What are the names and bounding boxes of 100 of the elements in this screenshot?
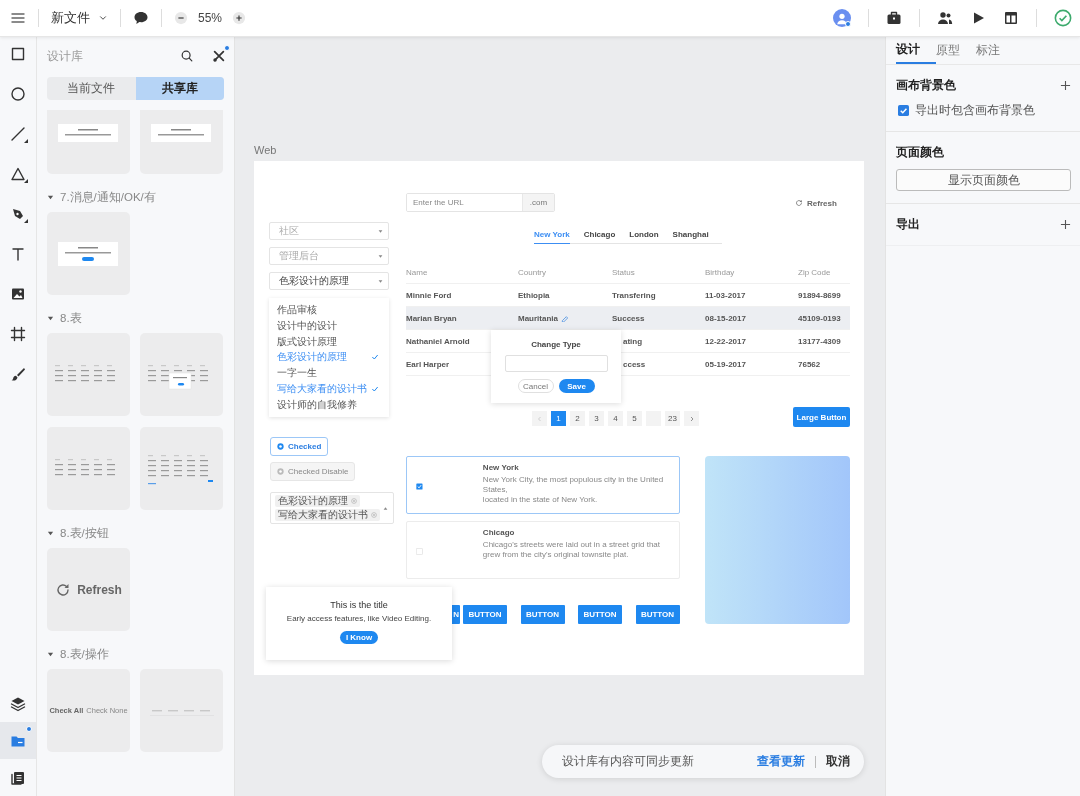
library-tab[interactable]: 共享库 xyxy=(135,77,224,100)
close-icon xyxy=(351,498,357,504)
pen-icon xyxy=(10,206,26,222)
popover-title: Change Type xyxy=(531,340,581,349)
component-thumbnail[interactable] xyxy=(47,212,130,295)
text-input[interactable] xyxy=(504,355,608,372)
menu-item-label: 作品审核 xyxy=(277,302,317,317)
component-thumbnail[interactable] xyxy=(47,333,130,416)
menu-item[interactable]: 作品审核 xyxy=(269,302,389,318)
button[interactable]: BUTTON xyxy=(463,605,507,624)
page-button[interactable]: 4 xyxy=(608,411,623,426)
notification-dot xyxy=(26,726,32,732)
plus-icon[interactable] xyxy=(1060,80,1071,91)
multi-select-field[interactable]: 色彩设计的原理 写给大家看的设计书 xyxy=(270,492,394,524)
menu-item[interactable]: 版式设计原理 xyxy=(269,333,389,350)
table-cell: Minnie Ford xyxy=(406,290,452,300)
caret-down-icon[interactable] xyxy=(47,314,54,322)
file-name-dropdown[interactable]: 新文件 xyxy=(51,9,108,27)
radio-button[interactable]: Checked xyxy=(270,437,329,456)
menu-icon[interactable] xyxy=(10,10,26,26)
component-thumbnail[interactable]: Refresh xyxy=(47,548,130,631)
checkbox[interactable]: 导出时包含画布背景色 xyxy=(896,102,1071,119)
triangle-icon xyxy=(10,166,26,182)
component-thumbnail[interactable] xyxy=(140,110,223,174)
button[interactable]: BUTTON xyxy=(520,605,565,624)
book-icon xyxy=(10,769,26,786)
caret-down-icon[interactable] xyxy=(47,529,54,537)
button[interactable]: BUTTON xyxy=(635,605,680,624)
select-value: 色彩设计的原理 xyxy=(279,274,349,288)
card-text: Chicago's streets were laid out in a street grid that grew from the city's original townsite plat. xyxy=(482,540,662,560)
menu-item[interactable]: 设计中的设计 xyxy=(269,318,389,334)
panel-tab[interactable]: 设计 xyxy=(896,37,936,64)
notification-button[interactable]: I Know xyxy=(340,631,378,644)
toast-link[interactable]: 查看更新 xyxy=(757,753,805,770)
toast-link[interactable]: 取消 xyxy=(826,753,850,770)
toast-message: 设计库有内容可同步更新 xyxy=(562,753,694,770)
library-tab[interactable]: 当前文件 xyxy=(47,77,136,100)
column-header: Name xyxy=(406,268,429,277)
chevron-right-icon xyxy=(688,415,695,422)
menu-item[interactable]: 写给大家看的设计书 xyxy=(269,381,389,397)
component-thumbnail[interactable] xyxy=(140,333,223,416)
menu-item-label: 设计中的设计 xyxy=(277,318,337,333)
page-button[interactable]: 2 xyxy=(570,411,585,426)
page-button[interactable]: 3 xyxy=(589,411,604,426)
tag[interactable]: 色彩设计的原理 xyxy=(275,495,360,507)
menu-item[interactable]: 设计师的自我修养 xyxy=(269,397,389,413)
menu-item-label: 版式设计原理 xyxy=(277,334,337,349)
save-button[interactable]: Save xyxy=(558,379,595,393)
zoom-level: 55% xyxy=(198,11,223,25)
page-button[interactable]: 23 xyxy=(665,411,680,426)
caret-down-icon[interactable] xyxy=(47,193,54,201)
url-field[interactable]: Enter the URL .com xyxy=(406,193,555,212)
image-icon xyxy=(10,286,26,302)
menu-item[interactable]: 色彩设计的原理 xyxy=(269,349,389,366)
selectable-card[interactable]: Chicago Chicago's streets were laid out in a street grid that grew from the city's original townsite plat. xyxy=(406,521,680,579)
notification-dot xyxy=(224,45,230,51)
selectable-card[interactable]: New York New York City, the most populous city in the United States, located in the state of New York. xyxy=(406,456,680,514)
zoom-out-icon[interactable] xyxy=(174,11,188,25)
tab[interactable]: Shanghai xyxy=(672,225,709,244)
caret-down-icon[interactable] xyxy=(47,650,54,658)
table-cell: 08-15-2017 xyxy=(705,313,746,323)
table-cell: ating xyxy=(623,336,643,346)
section-title: 页面颜色 xyxy=(896,144,944,161)
table-cell: 12-22-2017 xyxy=(705,336,746,346)
refresh-button[interactable]: Refresh xyxy=(795,196,837,210)
briefcase-icon[interactable] xyxy=(886,10,902,26)
component-thumbnail[interactable] xyxy=(140,669,223,752)
users-icon[interactable] xyxy=(937,10,953,26)
notification-title: This is the title xyxy=(330,600,388,610)
corner-caret-icon xyxy=(24,219,28,223)
comment-icon[interactable] xyxy=(133,10,149,26)
menu-item[interactable]: 一字一生 xyxy=(269,365,389,382)
layout-icon[interactable] xyxy=(1003,10,1019,26)
check-circle-icon[interactable] xyxy=(1054,9,1072,27)
button[interactable]: N xyxy=(452,605,460,624)
select-field[interactable]: 色彩设计的原理 xyxy=(269,272,389,290)
notification-text: Early access features, like Video Editing. xyxy=(286,614,432,623)
panel-tab[interactable]: 标注 xyxy=(976,37,1016,64)
search-icon[interactable] xyxy=(180,49,194,63)
zoom-in-icon[interactable] xyxy=(232,11,247,25)
component-thumbnail[interactable] xyxy=(47,427,130,510)
show-page-color-button[interactable]: 显示页面颜色 xyxy=(896,169,1071,191)
caret-up-icon xyxy=(383,505,388,511)
button[interactable]: BUTTON xyxy=(578,605,622,624)
panel-title: 设计库 xyxy=(47,47,83,65)
component-thumbnail[interactable] xyxy=(140,427,223,510)
page-button[interactable]: 5 xyxy=(627,411,642,426)
page-button[interactable]: 1 xyxy=(551,411,566,426)
table-cell: 91894-8699 xyxy=(798,290,841,300)
panel-tab[interactable]: 原型 xyxy=(936,37,976,64)
tag-label: 色彩设计的原理 xyxy=(278,495,348,507)
tab[interactable]: New York xyxy=(534,225,570,244)
plus-icon[interactable] xyxy=(1060,219,1071,230)
line-icon xyxy=(10,126,26,142)
table-cell: Marian Bryan xyxy=(406,313,457,323)
component-thumbnail[interactable] xyxy=(47,110,130,174)
tab[interactable]: Chicago xyxy=(583,225,616,244)
large-button[interactable]: Large Button xyxy=(793,407,850,427)
avatar[interactable] xyxy=(833,9,851,27)
tab[interactable]: London xyxy=(629,225,659,244)
